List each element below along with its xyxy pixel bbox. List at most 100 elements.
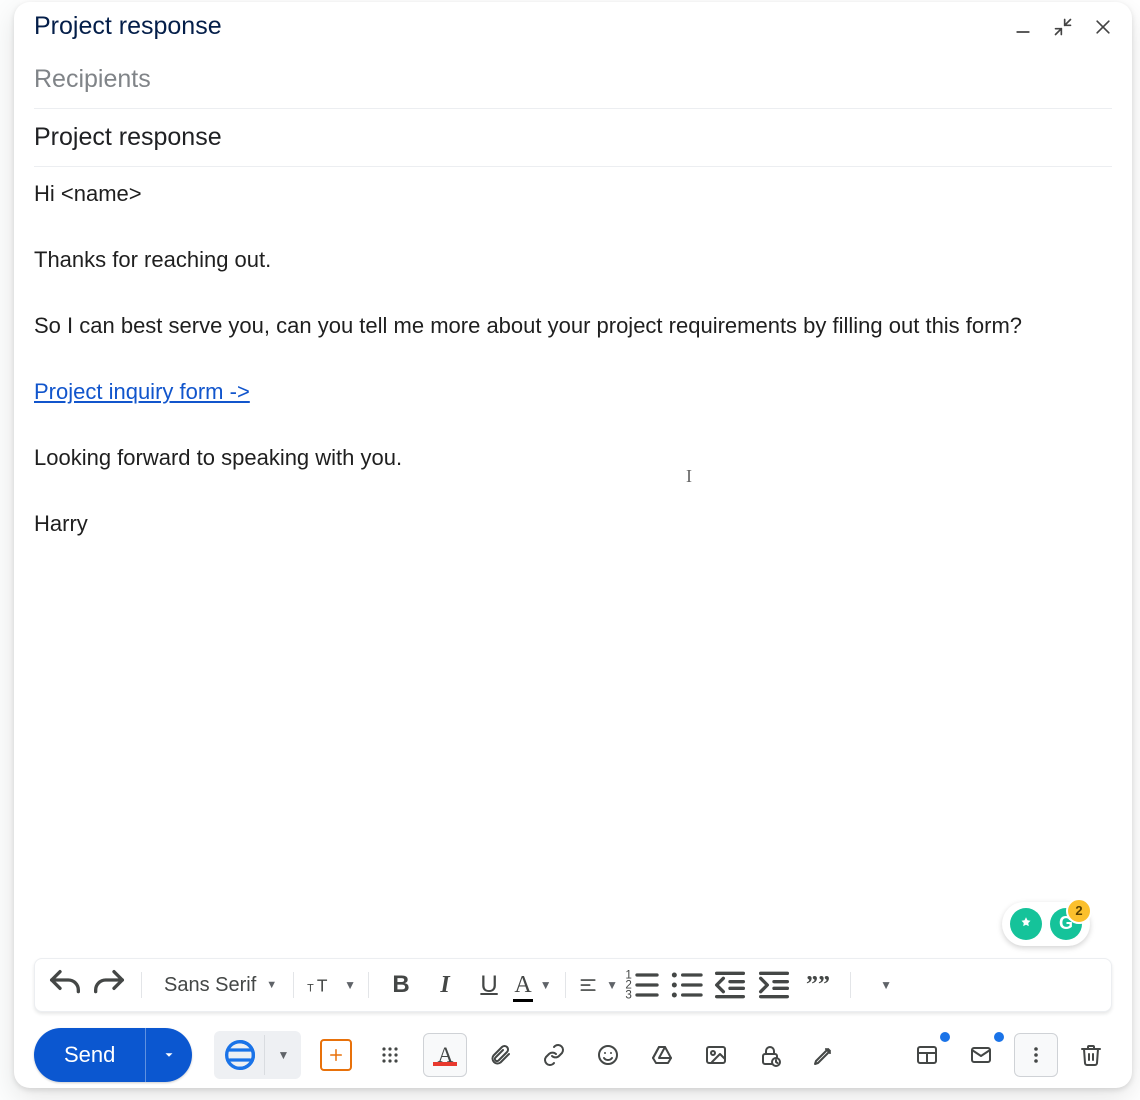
recipients-field[interactable]: Recipients [34,65,1112,109]
exit-fullscreen-button[interactable] [1052,16,1074,38]
notification-dot-icon [940,1032,950,1042]
email-body[interactable]: Hi <name> Thanks for reaching out. So I … [14,167,1132,958]
chevron-down-icon: ▼ [540,978,552,992]
chevron-down-icon: ▼ [266,979,277,991]
notification-dot-icon [994,1032,1004,1042]
compose-bottom-bar: Send ▼ [14,1020,1132,1088]
minimize-button[interactable] [1012,16,1034,38]
underline-button[interactable]: U [469,965,509,1005]
chevron-down-icon: ▼ [606,978,618,992]
drive-button[interactable] [641,1034,683,1076]
link-button[interactable] [533,1034,575,1076]
italic-button[interactable]: I [425,965,465,1005]
link-icon [542,1043,566,1067]
numbered-list-button[interactable]: 1 2 3 [622,965,662,1005]
font-select[interactable]: Sans Serif ▼ [154,974,281,997]
format-toolbar: Sans Serif ▼ T T ▼ B I U A ▼ ▼ 1 2 [34,958,1112,1012]
font-name: Sans Serif [164,974,256,997]
bullet-list-button[interactable] [666,965,706,1005]
confidential-button[interactable] [749,1034,791,1076]
text-format-icon: A [430,1042,460,1068]
bold-icon: B [392,971,409,999]
font-size-button[interactable]: T T ▼ [306,965,356,1005]
paperclip-icon [488,1043,512,1067]
compose-header: Project response [14,2,1132,45]
grid-icon [378,1043,402,1067]
separator [565,972,566,998]
compose-title: Project response [34,12,222,41]
underline-icon: U [480,971,497,999]
indent-more-button[interactable] [754,965,794,1005]
italic-icon: I [440,972,449,999]
more-options-button[interactable] [1014,1033,1058,1077]
lock-clock-icon [758,1043,782,1067]
quote-icon: ”” [806,972,830,999]
grammarly-main-icon[interactable]: G 2 [1050,908,1082,940]
more-formatting-button[interactable]: ▼ [863,965,909,1005]
body-paragraph-1: Thanks for reaching out. [34,243,1112,277]
body-signature: Harry [34,507,1112,541]
signature-button[interactable] [803,1034,845,1076]
grammarly-widget[interactable]: G 2 [1002,902,1090,946]
body-paragraph-3: Looking forward to speaking with you. [34,441,1112,475]
subject-field[interactable]: Project response [34,109,1112,167]
more-vertical-icon [1024,1043,1048,1067]
image-icon [704,1043,728,1067]
extension-icon [220,1035,260,1075]
text-size-icon: T T [306,972,332,998]
svg-text:T: T [307,983,314,995]
text-cursor-icon: I [686,463,692,491]
svg-text:3: 3 [625,988,631,1001]
svg-text:T: T [317,976,328,996]
send-options-button[interactable] [145,1028,192,1082]
quote-button[interactable]: ”” [798,965,838,1005]
indent-less-button[interactable] [710,965,750,1005]
layout-icon [915,1043,939,1067]
emoji-button[interactable] [587,1034,629,1076]
window-controls [1012,16,1114,38]
send-button-group: Send [34,1028,192,1082]
grid-apps-button[interactable] [369,1034,411,1076]
header-fields: Recipients Project response [14,45,1132,167]
format-toggle-button[interactable]: A [423,1033,467,1077]
mail-ext-button[interactable] [960,1034,1002,1076]
text-color-button[interactable]: A ▼ [513,965,553,1005]
indent-less-icon [710,965,750,1005]
layout-button[interactable] [906,1034,948,1076]
separator [293,972,294,998]
close-button[interactable] [1092,16,1114,38]
minimize-icon [1013,17,1033,37]
attach-button[interactable] [479,1034,521,1076]
discard-button[interactable] [1070,1034,1112,1076]
image-button[interactable] [695,1034,737,1076]
grammarly-ai-icon[interactable] [1010,908,1042,940]
pen-icon [812,1043,836,1067]
plus-square-icon [320,1039,352,1071]
indent-more-icon [754,965,794,1005]
extension-main-button[interactable] [220,1035,260,1075]
send-button[interactable]: Send [34,1028,145,1082]
bullet-list-icon [666,965,706,1005]
undo-button[interactable] [45,965,85,1005]
drive-icon [650,1043,674,1067]
template-plus-button[interactable] [315,1034,357,1076]
redo-icon [89,965,129,1005]
chevron-down-icon: ▼ [880,978,892,992]
numbered-list-icon: 1 2 3 [622,965,662,1005]
separator [141,972,142,998]
compose-window: Project response Recipients Project resp… [14,2,1132,1088]
extension-button-group: ▼ [214,1031,301,1079]
body-link[interactable]: Project inquiry form -> [34,379,250,404]
body-paragraph-2: So I can best serve you, can you tell me… [34,309,1112,343]
extension-dropdown[interactable]: ▼ [264,1035,295,1075]
compose-icon-row: A [315,1033,1112,1077]
chevron-down-icon [162,1048,176,1062]
redo-button[interactable] [89,965,129,1005]
exit-fullscreen-icon [1053,17,1073,37]
text-color-icon: A [514,972,531,999]
align-button[interactable]: ▼ [578,965,618,1005]
emoji-icon [596,1043,620,1067]
chevron-down-icon: ▼ [277,1048,289,1062]
bold-button[interactable]: B [381,965,421,1005]
separator [368,972,369,998]
